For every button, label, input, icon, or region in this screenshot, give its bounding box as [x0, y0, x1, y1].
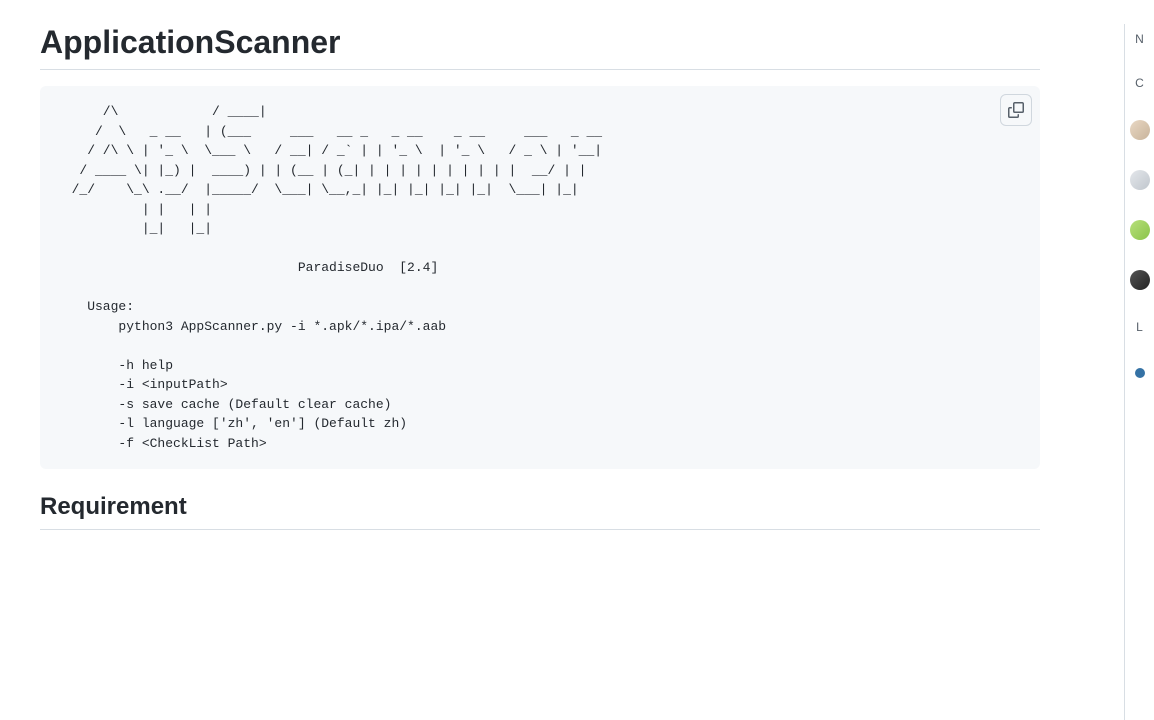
rail-label-1: N — [1135, 32, 1144, 46]
language-dot-icon — [1135, 368, 1145, 378]
section-title-requirement: Requirement — [40, 493, 1040, 530]
rail-label-3: L — [1136, 320, 1143, 334]
copy-icon — [1008, 102, 1024, 118]
avatar[interactable] — [1130, 270, 1150, 290]
page-title: ApplicationScanner — [40, 24, 1040, 70]
avatar[interactable] — [1130, 220, 1150, 240]
avatar[interactable] — [1130, 120, 1150, 140]
readme-main: ApplicationScanner /\ / ____| / \ _ __ |… — [0, 24, 1080, 530]
sidebar-rail: N C L — [1124, 24, 1154, 720]
code-content: /\ / ____| / \ _ __ | (___ ___ __ _ _ __… — [56, 102, 1024, 453]
avatar[interactable] — [1130, 170, 1150, 190]
code-block: /\ / ____| / \ _ __ | (___ ___ __ _ _ __… — [40, 86, 1040, 469]
copy-button[interactable] — [1000, 94, 1032, 126]
rail-label-2: C — [1135, 76, 1144, 90]
